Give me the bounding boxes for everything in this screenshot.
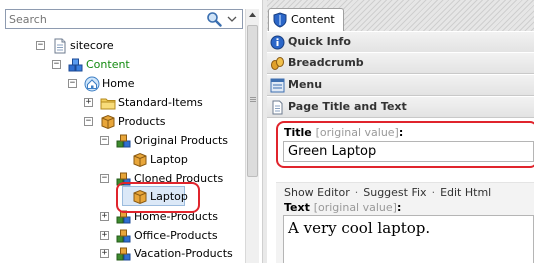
tree-node-label: Vacation-Products <box>134 247 233 260</box>
search-box[interactable] <box>5 9 243 29</box>
tree-node-office-products[interactable]: + Office-Products <box>0 227 240 245</box>
tree-node-label: Original Products <box>134 134 229 147</box>
tree-node-content[interactable]: − Content <box>0 56 240 74</box>
tree-node-label: sitecore <box>70 39 114 52</box>
collapse-toggle[interactable]: − <box>68 79 77 88</box>
product-box-icon <box>133 152 147 168</box>
tree-node-label: Products <box>118 115 166 128</box>
content-cubes-icon <box>68 58 83 72</box>
editor-links: Show Editor · Suggest Fix · Edit Html <box>284 186 492 199</box>
search-icon[interactable] <box>206 11 222 30</box>
tab-label: Content <box>291 13 335 26</box>
tree-node-standard-items[interactable]: + Standard-Items <box>0 94 240 112</box>
collapse-toggle[interactable]: − <box>100 174 109 183</box>
tree-node-sitecore[interactable]: − sitecore <box>0 37 240 55</box>
tree-node-original-products[interactable]: − Original Products <box>0 132 240 150</box>
suggest-fix-link[interactable]: Suggest Fix <box>363 186 426 199</box>
document-icon <box>54 38 66 54</box>
edit-html-link[interactable]: Edit Html <box>440 186 491 199</box>
folder-icon <box>100 98 116 110</box>
tree-scrollbar[interactable] <box>245 9 259 263</box>
text-field-label: Text [original value]: <box>284 201 402 214</box>
page-icon <box>272 100 283 115</box>
info-icon <box>270 35 285 50</box>
tab-strip: Content <box>267 0 534 32</box>
content-tree-pane: − sitecore − Content − Home + <box>0 0 262 263</box>
expand-toggle[interactable]: + <box>100 212 109 221</box>
collapse-toggle[interactable]: − <box>36 41 45 50</box>
section-label: Quick Info <box>288 35 351 48</box>
expand-toggle[interactable]: + <box>84 98 93 107</box>
tree-node-home[interactable]: − Home <box>0 75 240 93</box>
product-box-icon <box>101 114 115 130</box>
scroll-up-arrow-icon[interactable] <box>248 10 257 20</box>
section-breadcrumb[interactable]: Breadcrumb <box>267 52 534 74</box>
section-label: Menu <box>288 78 323 91</box>
selected-item-highlight <box>116 182 200 213</box>
mixed-cubes-icon <box>116 134 131 148</box>
mixed-cubes-icon <box>116 247 131 261</box>
content-editor-pane: Content Quick Info Breadcrumb Menu Page … <box>267 0 534 263</box>
menu-icon <box>270 78 285 93</box>
tab-content[interactable]: Content <box>268 8 344 32</box>
collapse-toggle[interactable]: − <box>52 60 61 69</box>
collapse-toggle[interactable]: − <box>100 136 109 145</box>
chevron-down-icon[interactable] <box>227 12 237 29</box>
tree-node-products[interactable]: − Products <box>0 113 240 131</box>
breadcrumb-icon <box>271 57 284 70</box>
section-label: Breadcrumb <box>288 56 364 69</box>
tree-node-label: Office-Products <box>134 229 218 242</box>
search-input[interactable] <box>9 12 199 26</box>
section-quick-info[interactable]: Quick Info <box>267 31 534 53</box>
section-menu[interactable]: Menu <box>267 74 534 96</box>
tree-node-laptop-original[interactable]: Laptop <box>0 151 240 169</box>
shield-icon <box>273 12 287 28</box>
section-label: Page Title and Text <box>288 100 407 113</box>
tree-node-label: Standard-Items <box>118 96 203 109</box>
home-icon <box>84 76 100 92</box>
text-field-content[interactable]: A very cool laptop. <box>283 215 534 263</box>
expand-toggle[interactable]: + <box>100 231 109 240</box>
collapse-toggle[interactable]: − <box>84 117 93 126</box>
expand-toggle[interactable]: + <box>100 249 109 258</box>
tree-node-label: Home <box>102 77 135 90</box>
section-page-title-and-text[interactable]: Page Title and Text <box>267 96 534 118</box>
scrollbar-thumb[interactable] <box>247 25 258 177</box>
mixed-cubes-icon <box>116 229 131 243</box>
tree-node-label: Content <box>86 58 130 71</box>
show-editor-link[interactable]: Show Editor <box>284 186 350 199</box>
tree-node-label: Laptop <box>150 153 188 166</box>
tree-node-vacation-products[interactable]: + Vacation-Products <box>0 245 240 263</box>
title-field-highlight <box>276 121 534 168</box>
